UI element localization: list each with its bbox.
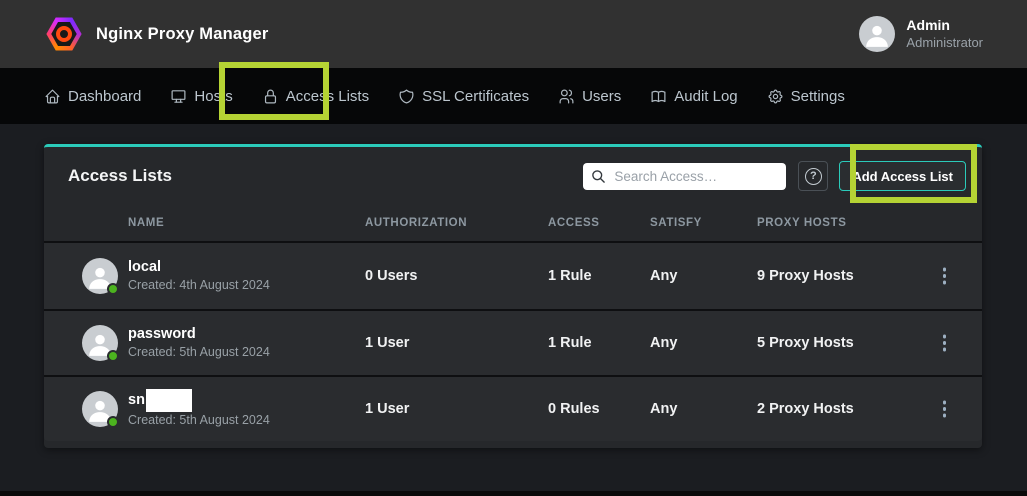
authorization-value: 1 User <box>365 401 548 417</box>
gear-icon <box>767 88 784 105</box>
nav-label: Dashboard <box>68 88 141 105</box>
search-input[interactable] <box>614 169 778 184</box>
proxy-hosts-value: 5 Proxy Hosts <box>757 335 907 351</box>
access-list-name: sn <box>128 390 145 410</box>
nav-label: Hosts <box>194 88 232 105</box>
access-list-name: local <box>128 257 161 277</box>
user-menu[interactable]: Admin Administrator <box>859 16 983 52</box>
satisfy-value: Any <box>650 401 757 417</box>
access-value: 1 Rule <box>548 268 650 284</box>
monitor-icon <box>170 88 187 105</box>
user-role: Administrator <box>906 35 983 51</box>
app-header: Nginx Proxy Manager Admin Administrator <box>0 0 1027 68</box>
add-access-list-button[interactable]: Add Access List <box>839 161 966 191</box>
satisfy-value: Any <box>650 335 757 351</box>
satisfy-value: Any <box>650 268 757 284</box>
access-lists-panel: Access Lists Add Access List NAME AUTHOR… <box>44 144 982 448</box>
status-dot <box>107 416 119 428</box>
avatar <box>82 325 118 361</box>
access-value: 1 Rule <box>548 335 650 351</box>
nav-label: Settings <box>791 88 845 105</box>
nav-label: Access Lists <box>286 88 369 105</box>
book-icon <box>650 88 667 105</box>
authorization-value: 1 User <box>365 335 548 351</box>
nav-item-users[interactable]: Users <box>558 88 621 105</box>
home-icon <box>44 88 61 105</box>
access-value: 0 Rules <box>548 401 650 417</box>
row-menu-button[interactable] <box>907 274 982 278</box>
column-header-authorization: AUTHORIZATION <box>365 217 548 229</box>
created-date: Created: 4th August 2024 <box>128 277 365 295</box>
authorization-value: 0 Users <box>365 268 548 284</box>
main-nav: Dashboard Hosts Access Lists SSL Certifi… <box>0 68 1027 124</box>
access-list-name: password <box>128 324 196 344</box>
nav-item-dashboard[interactable]: Dashboard <box>44 88 141 105</box>
nav-item-ssl-certificates[interactable]: SSL Certificates <box>398 88 529 105</box>
kebab-menu-icon <box>943 274 947 278</box>
kebab-menu-icon <box>943 407 947 411</box>
nav-item-hosts[interactable]: Hosts <box>170 88 232 105</box>
table-row[interactable]: sn Created: 5th August 2024 1 User 0 Rul… <box>44 375 982 441</box>
panel-header: Access Lists Add Access List <box>44 147 982 205</box>
kebab-menu-icon <box>943 341 947 345</box>
avatar <box>82 391 118 427</box>
help-button[interactable] <box>798 161 828 191</box>
column-header-proxy-hosts: PROXY HOSTS <box>757 217 907 229</box>
row-menu-button[interactable] <box>907 341 982 345</box>
nav-item-audit-log[interactable]: Audit Log <box>650 88 737 105</box>
nav-label: SSL Certificates <box>422 88 529 105</box>
column-header-satisfy: SATISFY <box>650 217 757 229</box>
search-box[interactable] <box>583 163 786 190</box>
help-icon <box>805 168 822 185</box>
user-avatar[interactable] <box>859 16 895 52</box>
avatar <box>82 258 118 294</box>
shield-icon <box>398 88 415 105</box>
created-date: Created: 5th August 2024 <box>128 344 365 362</box>
nav-item-settings[interactable]: Settings <box>767 88 845 105</box>
redaction-box <box>146 389 192 412</box>
user-name: Admin <box>906 17 983 35</box>
search-icon <box>591 169 606 184</box>
nav-label: Users <box>582 88 621 105</box>
table-row[interactable]: local Created: 4th August 2024 0 Users 1… <box>44 243 982 309</box>
lock-icon <box>262 88 279 105</box>
person-icon <box>864 22 890 48</box>
table-row[interactable]: password Created: 5th August 2024 1 User… <box>44 309 982 375</box>
logo-ring <box>56 26 72 42</box>
status-dot <box>107 283 119 295</box>
created-date: Created: 5th August 2024 <box>128 412 365 430</box>
nav-item-access-lists[interactable]: Access Lists <box>262 88 369 105</box>
proxy-hosts-value: 9 Proxy Hosts <box>757 268 907 284</box>
row-menu-button[interactable] <box>907 407 982 411</box>
proxy-hosts-value: 2 Proxy Hosts <box>757 401 907 417</box>
page-title: Access Lists <box>68 166 172 186</box>
brand-title: Nginx Proxy Manager <box>96 25 269 44</box>
column-header-name: NAME <box>128 217 365 229</box>
users-icon <box>558 88 575 105</box>
bottom-edge-strip <box>0 491 1027 496</box>
app-logo <box>46 16 82 52</box>
status-dot <box>107 350 119 362</box>
column-header-access: ACCESS <box>548 217 650 229</box>
table-header: NAME AUTHORIZATION ACCESS SATISFY PROXY … <box>44 205 982 243</box>
nav-label: Audit Log <box>674 88 737 105</box>
